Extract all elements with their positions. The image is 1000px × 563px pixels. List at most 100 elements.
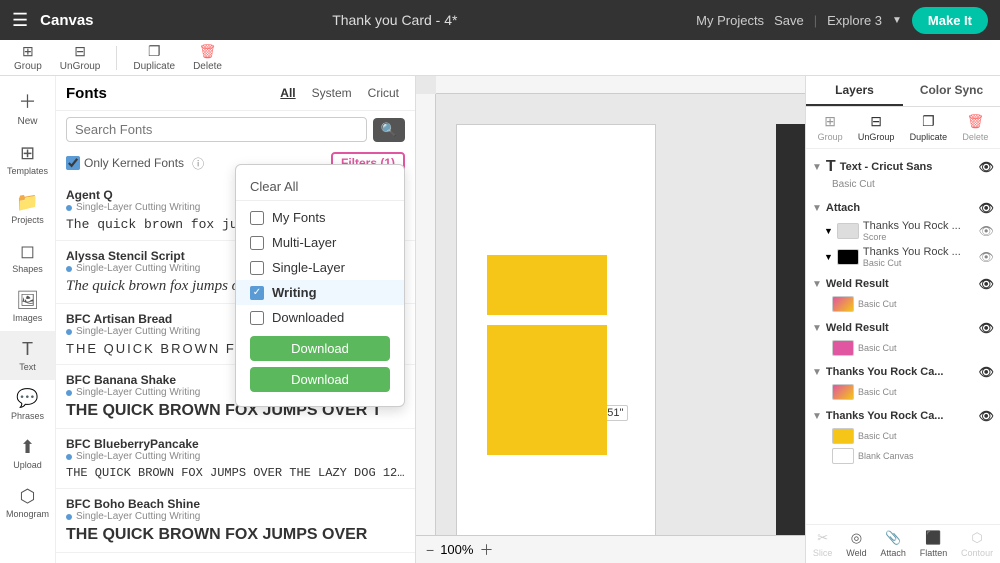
my-fonts-option[interactable]: My Fonts	[236, 205, 404, 230]
section-header-weld-2[interactable]: ▼ Weld Result 👁	[812, 318, 994, 338]
font-item[interactable]: BFC BlueberryPancake Single-Layer Cuttin…	[56, 429, 415, 489]
canvas-area[interactable]: Text 1.351" Thanks you Rock!	[416, 76, 805, 563]
writing-option[interactable]: ✓ Writing	[236, 280, 404, 305]
downloaded-checkbox[interactable]	[250, 311, 264, 325]
rp-delete-tool[interactable]: 🗑 Delete	[962, 113, 988, 142]
layer-thumb	[832, 340, 854, 356]
section-header-attach[interactable]: ▼ Attach 👁	[812, 198, 994, 218]
layer-item[interactable]: ▼ Thanks You Rock ... Score 👁	[812, 218, 994, 244]
weld1-arrow-icon: ▼	[812, 279, 822, 290]
my-projects-btn[interactable]: My Projects	[696, 13, 764, 28]
layer-item[interactable]: Basic Cut	[812, 426, 994, 446]
make-it-button[interactable]: Make It	[912, 7, 988, 34]
phrases-icon: 💬	[16, 388, 38, 409]
search-input[interactable]	[66, 117, 367, 142]
weld-tool[interactable]: ◎ Weld	[846, 530, 866, 558]
tab-system[interactable]: System	[306, 84, 358, 102]
basic-cut-label: Basic Cut	[812, 179, 994, 194]
layer-item[interactable]: Basic Cut	[812, 338, 994, 358]
upload-icon: ⬆	[20, 437, 35, 458]
section-header-thanks-ca-2[interactable]: ▼ Thanks You Rock Ca... 👁	[812, 406, 994, 426]
canvas-page-right[interactable]	[776, 124, 805, 544]
monogram-icon: ⬡	[20, 486, 36, 507]
section-header-thanks-ca-1[interactable]: ▼ Thanks You Rock Ca... 👁	[812, 362, 994, 382]
group-button[interactable]: ⊞ Group	[8, 41, 48, 74]
layer-eye[interactable]: 👁	[979, 224, 994, 238]
multi-layer-checkbox[interactable]	[250, 236, 264, 250]
layer-thumb	[837, 249, 859, 265]
my-fonts-checkbox[interactable]	[250, 211, 264, 225]
sidebar-item-monogram[interactable]: ⬡ Monogram	[0, 478, 55, 527]
single-layer-checkbox[interactable]	[250, 261, 264, 275]
flatten-tool[interactable]: ⬛ Flatten	[920, 530, 948, 558]
tab-color-sync[interactable]: Color Sync	[903, 76, 1000, 106]
slice-tool[interactable]: ✂ Slice	[813, 530, 833, 558]
layer-eye[interactable]: 👁	[979, 250, 994, 264]
weld2-eye-icon[interactable]: 👁	[979, 321, 994, 335]
attach-icon: 📎	[885, 530, 901, 546]
zoom-in-button[interactable]: ＋	[479, 540, 493, 560]
chevron-down-icon: ▼	[892, 15, 902, 26]
sublayer-arrow: ▼	[824, 226, 833, 236]
contour-tool[interactable]: ⬡ Contour	[961, 530, 993, 558]
rp-group-tool[interactable]: ⊞ Group	[818, 113, 843, 142]
tab-all[interactable]: All	[274, 84, 301, 102]
main-layout: ＋ New ⊞ Templates 📁 Projects ◻ Shapes 🖼 …	[0, 76, 1000, 563]
section-thanks-ca-2: ▼ Thanks You Rock Ca... 👁 Basic Cut Blan…	[806, 404, 1000, 468]
layer-item[interactable]: ▼ Thanks You Rock ... Basic Cut 👁	[812, 244, 994, 270]
attach-eye-icon[interactable]: 👁	[979, 201, 994, 215]
delete-icon: 🗑	[966, 113, 984, 130]
font-item[interactable]: BFC Bright Christmas Single-Layer Cuttin…	[56, 553, 415, 563]
rp-ungroup-tool[interactable]: ⊟ UnGroup	[858, 113, 895, 142]
fonts-panel-title: Fonts	[66, 85, 266, 102]
downloaded-option[interactable]: Downloaded	[236, 305, 404, 330]
clear-all-button[interactable]: Clear All	[236, 173, 404, 201]
sidebar-item-templates[interactable]: ⊞ Templates	[0, 135, 55, 184]
download-button-2[interactable]: Download	[250, 367, 390, 392]
sidebar-item-text[interactable]: T Text	[0, 331, 55, 380]
section-header-weld-1[interactable]: ▼ Weld Result 👁	[812, 274, 994, 294]
filter-tabs: All System Cricut	[274, 84, 405, 102]
sidebar-item-phrases[interactable]: 💬 Phrases	[0, 380, 55, 429]
weld1-eye-icon[interactable]: 👁	[979, 277, 994, 291]
sidebar-item-images[interactable]: 🖼 Images	[0, 282, 55, 331]
zoom-out-button[interactable]: −	[426, 542, 434, 558]
tab-cricut[interactable]: Cricut	[362, 84, 405, 102]
ungroup-button[interactable]: ⊟ UnGroup	[54, 41, 107, 74]
font-item[interactable]: BFC Boho Beach Shine Single-Layer Cuttin…	[56, 489, 415, 553]
download-button-1[interactable]: Download	[250, 336, 390, 361]
sidebar-item-shapes[interactable]: ◻ Shapes	[0, 233, 55, 282]
ungroup-icon: ⊟	[870, 113, 882, 130]
sidebar-item-upload[interactable]: ⬆ Upload	[0, 429, 55, 478]
sublayer-arrow: ▼	[824, 252, 833, 262]
tab-layers[interactable]: Layers	[806, 76, 903, 106]
attach-tool[interactable]: 📎 Attach	[880, 530, 906, 558]
explore-btn[interactable]: Explore 3	[827, 13, 882, 28]
save-btn[interactable]: Save	[774, 13, 804, 28]
text-cricut-icon: T	[826, 158, 836, 176]
delete-button[interactable]: 🗑 Delete	[187, 41, 228, 74]
section-header-text[interactable]: ▼ T Text - Cricut Sans 👁	[812, 155, 994, 179]
thankca2-eye-icon[interactable]: 👁	[979, 409, 994, 423]
sidebar-item-new[interactable]: ＋ New	[0, 80, 55, 135]
left-sidebar: ＋ New ⊞ Templates 📁 Projects ◻ Shapes 🖼 …	[0, 76, 56, 563]
sidebar-item-projects[interactable]: 📁 Projects	[0, 184, 55, 233]
search-button[interactable]: 🔍	[373, 118, 405, 142]
layer-eye-icon[interactable]: 👁	[979, 160, 994, 174]
thankca1-eye-icon[interactable]: 👁	[979, 365, 994, 379]
rp-duplicate-tool[interactable]: ❐ Duplicate	[910, 113, 948, 142]
hamburger-icon[interactable]: ☰	[12, 10, 28, 31]
projects-icon: 📁	[16, 192, 38, 213]
multi-layer-option[interactable]: Multi-Layer	[236, 230, 404, 255]
layer-item[interactable]: Basic Cut	[812, 382, 994, 402]
single-layer-option[interactable]: Single-Layer	[236, 255, 404, 280]
duplicate-icon: ❐	[922, 113, 935, 130]
duplicate-button[interactable]: ❐ Duplicate	[127, 41, 181, 74]
kerned-checkbox[interactable]	[66, 156, 80, 170]
layer-item[interactable]: Basic Cut	[812, 294, 994, 314]
ruler-vertical	[416, 94, 436, 563]
canvas-page-left[interactable]: Text 1.351"	[456, 124, 656, 544]
blank-canvas-layer[interactable]: Blank Canvas	[812, 446, 994, 466]
weld2-arrow-icon: ▼	[812, 323, 822, 334]
section-weld-2: ▼ Weld Result 👁 Basic Cut	[806, 316, 1000, 360]
